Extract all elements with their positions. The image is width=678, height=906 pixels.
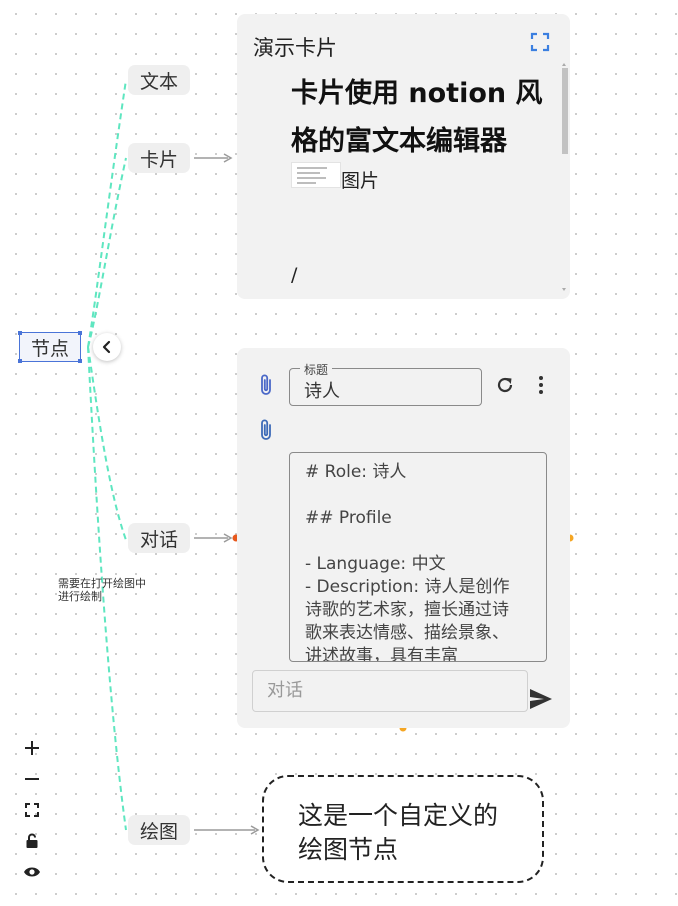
- child-node-label: 绘图: [139, 820, 178, 843]
- card-node[interactable]: 演示卡片 卡片使用 notion 风格的富文本编辑器 图片 /: [237, 14, 570, 299]
- child-node-draw[interactable]: 绘图: [128, 815, 190, 845]
- dialog-node[interactable]: 标题 诗人 # Role: 诗人 ## Profile - Language: …: [237, 348, 570, 728]
- child-node-label: 对话: [139, 528, 178, 551]
- paperclip-icon[interactable]: [257, 373, 275, 397]
- image-thumbnail[interactable]: [291, 162, 341, 188]
- title-field-label: 标题: [300, 361, 333, 378]
- title-field-value: 诗人: [304, 381, 340, 402]
- draw-node[interactable]: 这是一个自定义的绘图节点: [262, 775, 544, 883]
- edge-root-card: [87, 157, 127, 348]
- paperclip-icon[interactable]: [257, 418, 275, 442]
- title-field[interactable]: 标题 诗人: [289, 361, 482, 406]
- child-node-label: 文本: [139, 70, 178, 93]
- card-scrollbar-thumb[interactable]: [562, 68, 568, 154]
- child-node-card[interactable]: 卡片: [128, 143, 190, 173]
- plus-icon: [25, 740, 39, 755]
- unlock-icon: [26, 833, 38, 848]
- editor-cursor-text[interactable]: /: [291, 264, 297, 286]
- collapse-button[interactable]: [93, 333, 121, 361]
- minus-icon: [25, 777, 39, 780]
- child-node-dialog[interactable]: 对话: [128, 523, 190, 553]
- root-node[interactable]: 节点: [18, 331, 82, 363]
- fullscreen-icon[interactable]: [530, 32, 550, 52]
- prompt-scrollbar-thumb[interactable]: [546, 463, 547, 491]
- edge-root-dialog: [87, 346, 127, 541]
- child-node-text[interactable]: 文本: [128, 65, 190, 95]
- lock-button[interactable]: [17, 825, 47, 856]
- chevron-left-icon: [102, 340, 111, 354]
- fit-view-icon: [25, 802, 39, 817]
- draw-node-text: 这是一个自定义的绘图节点: [298, 801, 499, 864]
- dialog-input-placeholder: 对话: [267, 680, 303, 701]
- zoom-out-button[interactable]: [17, 763, 47, 794]
- card-heading: 卡片使用 notion 风格的富文本编辑器: [291, 78, 543, 157]
- fit-view-button[interactable]: [17, 794, 47, 825]
- prompt-textarea[interactable]: # Role: 诗人 ## Profile - Language: 中文 - D…: [289, 452, 547, 662]
- prompt-text: # Role: 诗人 ## Profile - Language: 中文 - D…: [305, 462, 510, 662]
- eye-icon: [24, 867, 40, 876]
- zoom-in-button[interactable]: [17, 732, 47, 763]
- dialog-input[interactable]: 对话: [252, 670, 528, 712]
- child-node-label: 卡片: [139, 148, 178, 171]
- send-icon[interactable]: [529, 688, 553, 710]
- image-label: 图片: [341, 170, 380, 192]
- more-vertical-icon[interactable]: [534, 374, 548, 396]
- root-node-label: 节点: [30, 337, 69, 360]
- card-title: 演示卡片: [253, 36, 337, 60]
- edge-root-text: [87, 79, 127, 348]
- draw-hint-text: 需要在打开绘图中进行绘制: [58, 577, 146, 603]
- canvas-toolbar: [17, 732, 47, 887]
- refresh-icon[interactable]: [495, 375, 515, 395]
- preview-button[interactable]: [17, 856, 47, 887]
